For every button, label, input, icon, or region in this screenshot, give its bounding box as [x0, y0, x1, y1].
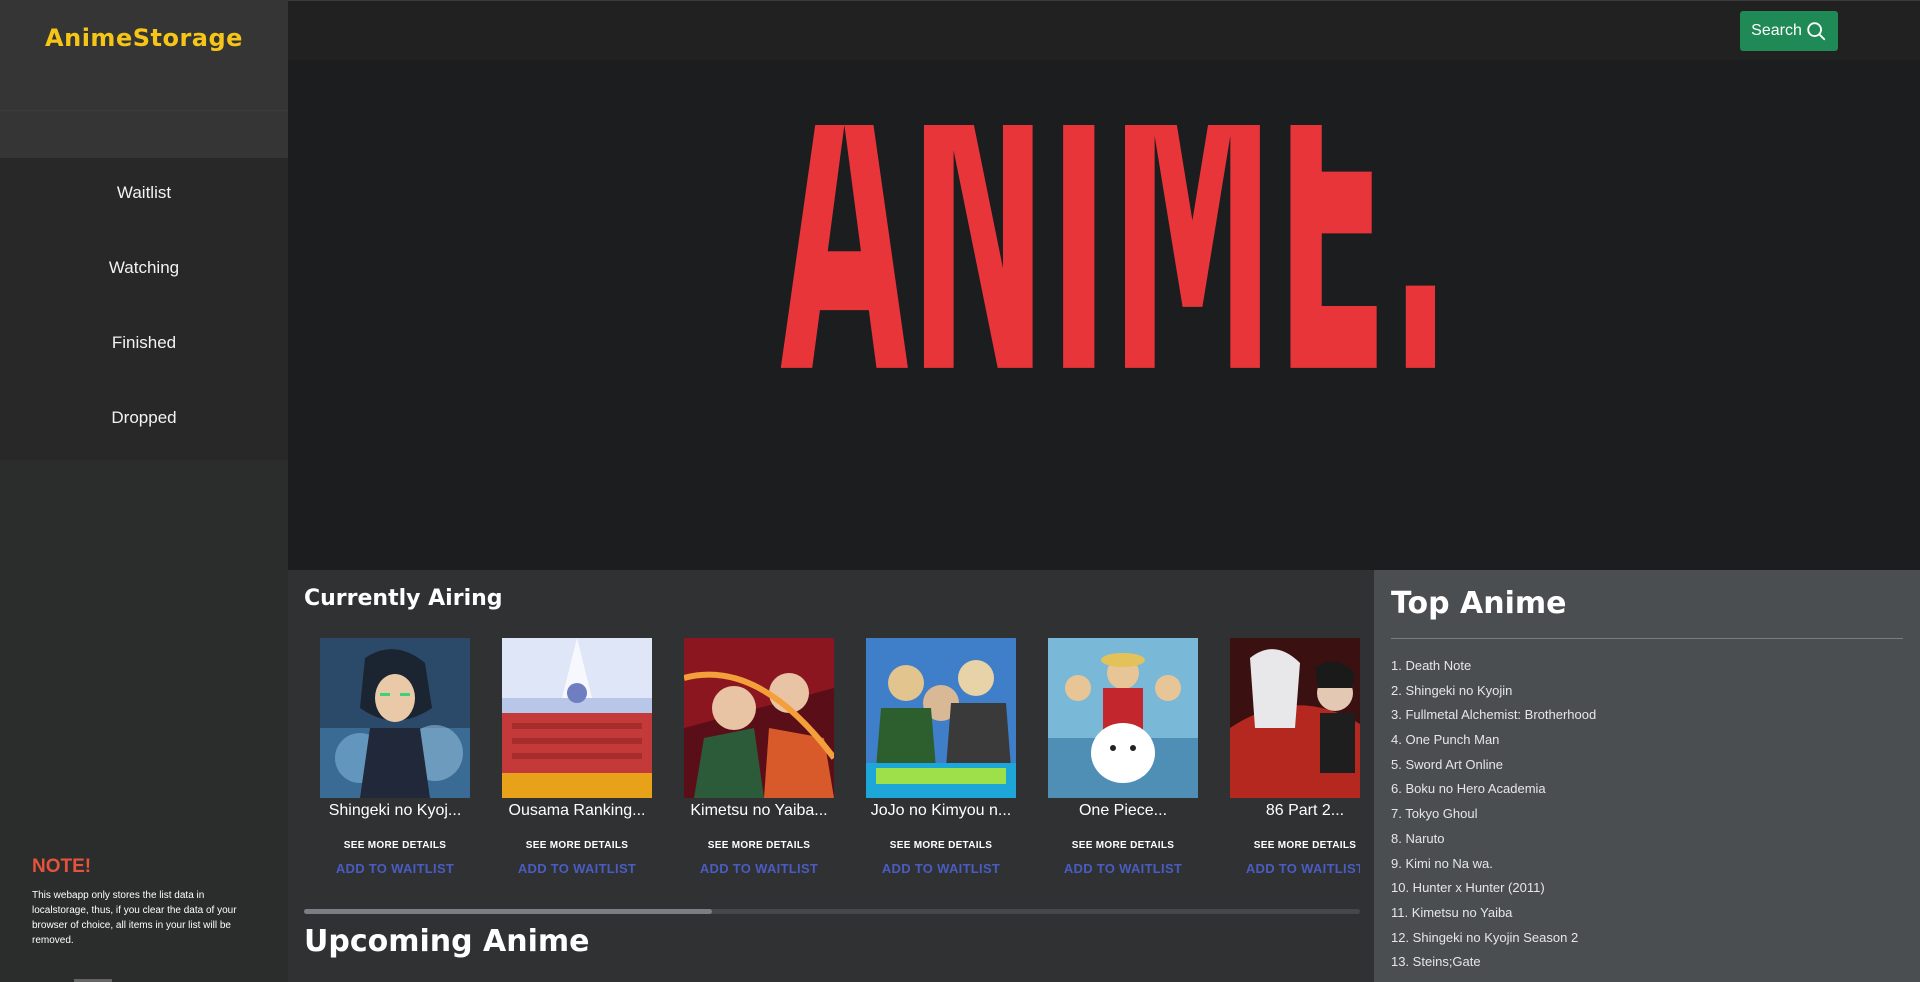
search-icon [1807, 22, 1826, 41]
list-item[interactable]: 8. Naruto [1391, 827, 1596, 852]
anime-card: Kimetsu no Yaiba... SEE MORE DETAILS ADD… [668, 638, 850, 876]
divider [1391, 638, 1903, 639]
anime-card: Shingeki no Kyoj... SEE MORE DETAILS ADD… [304, 638, 486, 876]
sidebar-nav: Waitlist Watching Finished Dropped [0, 158, 288, 460]
top-anime-list: 1. Death Note 2. Shingeki no Kyojin 3. F… [1391, 654, 1596, 975]
storage-note: NOTE! This webapp only stores the list d… [32, 856, 257, 948]
see-more-details-button[interactable]: SEE MORE DETAILS [1032, 840, 1214, 851]
list-item[interactable]: 6. Boku no Hero Academia [1391, 777, 1596, 802]
anime-title: Ousama Ranking... [508, 802, 646, 819]
anime-title: One Piece... [1078, 802, 1168, 819]
list-item[interactable]: 1. Death Note [1391, 654, 1596, 679]
list-item[interactable]: 3. Fullmetal Alchemist: Brotherhood [1391, 703, 1596, 728]
anime-title: JoJo no Kimyou n... [870, 802, 1012, 819]
top-anime-panel: Top Anime 1. Death Note 2. Shingeki no K… [1374, 570, 1920, 982]
anime-title: Kimetsu no Yaiba... [690, 802, 828, 819]
sidebar-item-finished[interactable]: Finished [0, 308, 288, 383]
add-to-waitlist-button[interactable]: ADD TO WAITLIST [1032, 861, 1214, 876]
list-item[interactable]: 4. One Punch Man [1391, 728, 1596, 753]
anime-card: 86 Part 2... SEE MORE DETAILS ADD TO WAI… [1214, 638, 1360, 876]
anime-poster[interactable] [1230, 638, 1360, 798]
sidebar: AnimeStorage Waitlist Watching Finished … [0, 0, 288, 982]
search-button[interactable]: Search [1740, 11, 1838, 51]
list-item[interactable]: 7. Tokyo Ghoul [1391, 802, 1596, 827]
anime-poster[interactable] [866, 638, 1016, 798]
anime-poster[interactable] [684, 638, 834, 798]
hero-text: ANIME. [780, 125, 1452, 415]
list-item[interactable]: 11. Kimetsu no Yaiba [1391, 901, 1596, 926]
list-item[interactable]: 9. Kimi no Na wa. [1391, 852, 1596, 877]
see-more-details-button[interactable]: SEE MORE DETAILS [486, 840, 668, 851]
list-item[interactable]: 13. Steins;Gate [1391, 950, 1596, 975]
hero-logo: ANIME. [780, 125, 1452, 415]
hero-banner: ANIME. [288, 60, 1918, 570]
anime-poster[interactable] [1048, 638, 1198, 798]
airing-carousel: Shingeki no Kyoj... SEE MORE DETAILS ADD… [304, 638, 1360, 888]
see-more-details-button[interactable]: SEE MORE DETAILS [850, 840, 1032, 851]
anime-poster[interactable] [320, 638, 470, 798]
horizontal-scrollbar-thumb[interactable] [304, 909, 712, 914]
anime-poster[interactable] [502, 638, 652, 798]
see-more-details-button[interactable]: SEE MORE DETAILS [304, 840, 486, 851]
top-bar: Search [288, 0, 1920, 60]
note-text: This webapp only stores the list data in… [32, 890, 237, 946]
sidebar-item-watching[interactable]: Watching [0, 233, 288, 308]
divider [0, 110, 288, 111]
sidebar-item-waitlist[interactable]: Waitlist [0, 158, 288, 233]
add-to-waitlist-button[interactable]: ADD TO WAITLIST [486, 861, 668, 876]
top-anime-title: Top Anime [1391, 586, 1567, 621]
note-title: NOTE! [32, 856, 92, 877]
app-logo[interactable]: AnimeStorage [0, 24, 288, 52]
anime-card: One Piece... SEE MORE DETAILS ADD TO WAI… [1032, 638, 1214, 876]
add-to-waitlist-button[interactable]: ADD TO WAITLIST [668, 861, 850, 876]
list-item[interactable]: 12. Shingeki no Kyojin Season 2 [1391, 926, 1596, 951]
anime-card: Ousama Ranking... SEE MORE DETAILS ADD T… [486, 638, 668, 876]
list-item[interactable]: 5. Sword Art Online [1391, 753, 1596, 778]
see-more-details-button[interactable]: SEE MORE DETAILS [668, 840, 850, 851]
sidebar-item-dropped[interactable]: Dropped [0, 383, 288, 458]
currently-airing-section: Currently Airing Shingeki no Kyoj... SEE… [288, 570, 1374, 982]
anime-title: Shingeki no Kyoj... [328, 802, 462, 819]
section-title: Currently Airing [304, 586, 503, 611]
list-item[interactable]: 2. Shingeki no Kyojin [1391, 679, 1596, 704]
add-to-waitlist-button[interactable]: ADD TO WAITLIST [850, 861, 1032, 876]
anime-title: 86 Part 2... [1265, 802, 1345, 819]
add-to-waitlist-button[interactable]: ADD TO WAITLIST [304, 861, 486, 876]
anime-card: JoJo no Kimyou n... SEE MORE DETAILS ADD… [850, 638, 1032, 876]
logo-area: AnimeStorage [0, 0, 288, 158]
add-to-waitlist-button[interactable]: ADD TO WAITLIST [1214, 861, 1360, 876]
section-title-upcoming: Upcoming Anime [304, 924, 590, 959]
list-item[interactable]: 10. Hunter x Hunter (2011) [1391, 876, 1596, 901]
search-button-label: Search [1751, 22, 1802, 39]
see-more-details-button[interactable]: SEE MORE DETAILS [1214, 840, 1360, 851]
